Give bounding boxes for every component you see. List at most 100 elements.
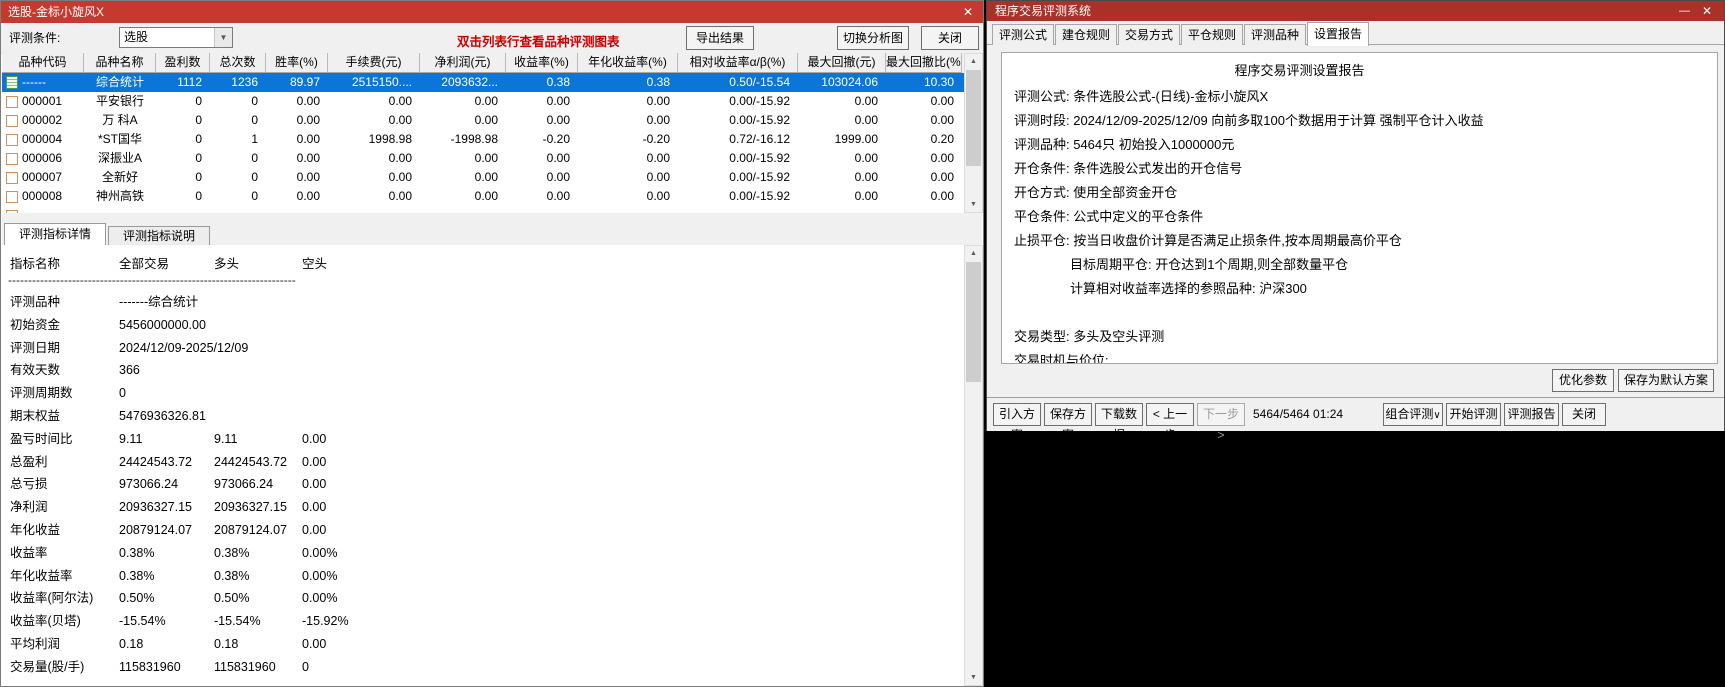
bottom-button-开始评测[interactable]: 开始评测: [1446, 403, 1501, 426]
table-row[interactable]: 000002 万 科A 0 0 0.00 0.00 0.00 0.00 0.00 0.00/-15…: [2, 111, 964, 130]
stats-scrollbar[interactable]: ▲ ▼: [964, 245, 983, 686]
switch-analysis-chart-button[interactable]: 切换分析图: [837, 26, 909, 50]
tab-建仓规则[interactable]: 建仓规则: [1055, 24, 1117, 45]
scroll-down-icon[interactable]: ▼: [965, 197, 982, 212]
stats-value: 20879124.07: [119, 522, 192, 537]
cell-win: 0: [195, 94, 202, 108]
right-title-bar[interactable]: 程序交易评测系统 — ✕: [987, 1, 1724, 21]
report-line: 交易时机与价位:: [1014, 353, 1109, 364]
column-header-code[interactable]: 品种代码: [2, 53, 84, 73]
checkbox-icon[interactable]: [6, 152, 18, 165]
tab-indicator-detail[interactable]: 评测指标详情: [4, 223, 106, 245]
column-header-ddpct[interactable]: 最大回撤比(%): [886, 53, 962, 73]
bottom-button-关闭[interactable]: 关闭: [1562, 403, 1606, 426]
bottom-button-组合评测[interactable]: 组合评测∨: [1383, 403, 1443, 426]
cell-fee: 0.00: [388, 113, 412, 127]
checkbox-icon[interactable]: [6, 114, 18, 127]
panel-splitter[interactable]: [2, 213, 982, 223]
checkbox-icon[interactable]: [6, 95, 18, 108]
bottom-button-引入方案[interactable]: 引入方案: [993, 403, 1041, 442]
cell-ddpct: 0.00: [930, 189, 954, 203]
cell-drawdown: 0.00: [854, 113, 878, 127]
table-row[interactable]: [2, 206, 964, 213]
scroll-up-icon[interactable]: ▲: [965, 246, 982, 261]
double-click-hint: 双击列表行查看品种评测图表: [457, 35, 620, 49]
cell-total: 1236: [231, 75, 258, 89]
save-default-plan-button[interactable]: 保存为默认方案: [1618, 369, 1714, 392]
minimize-icon[interactable]: —: [1679, 1, 1690, 21]
column-header-alpha[interactable]: 相对收益率α/β(%): [678, 53, 798, 73]
close-button[interactable]: 关闭: [921, 26, 979, 50]
chevron-down-icon[interactable]: ▼: [214, 28, 232, 47]
cell-name: 平安银行: [95, 94, 144, 108]
column-header-total[interactable]: 总次数: [210, 53, 266, 73]
tab-评测公式[interactable]: 评测公式: [992, 24, 1054, 45]
cell-ret: 0.00: [546, 170, 570, 184]
table-scrollbar[interactable]: ▲ ▼: [964, 53, 983, 213]
column-header-win[interactable]: 盈利数: [156, 53, 210, 73]
stock-selection-window: 选股-金标小旋风X ✕ 评测条件: 选股 ▼ 双击列表行查看品种评测图表 导出结…: [0, 0, 984, 687]
column-header-fee[interactable]: 手续费(元): [328, 53, 420, 73]
stats-value: 115831960: [214, 659, 276, 674]
bottom-button-< 上一步[interactable]: < 上一步: [1146, 403, 1194, 442]
stats-value: 0.18: [119, 636, 144, 651]
column-header-name[interactable]: 品种名称: [84, 53, 156, 73]
checkbox-icon[interactable]: [6, 133, 18, 146]
close-icon[interactable]: ✕: [963, 1, 973, 23]
column-header-ret[interactable]: 收益率(%): [506, 53, 578, 73]
cell-ddpct: 0.00: [930, 94, 954, 108]
cell-win: 0: [195, 189, 202, 203]
scrollbar-thumb[interactable]: [966, 70, 981, 166]
export-results-button[interactable]: 导出结果: [686, 26, 754, 50]
column-header-profit[interactable]: 净利润(元): [420, 53, 506, 73]
report-line: 交易类型: 多头及空头评测: [1014, 329, 1165, 344]
scroll-up-icon[interactable]: ▲: [965, 54, 982, 69]
checkbox-icon[interactable]: [6, 171, 18, 184]
tab-评测品种[interactable]: 评测品种: [1244, 24, 1306, 45]
column-header-drawdown[interactable]: 最大回撤(元): [798, 53, 886, 73]
stats-value: 973066.24: [119, 477, 179, 492]
stats-col-header: 指标名称: [10, 257, 61, 271]
stats-row: 年化收益 20879124.07 20879124.07 0.00: [2, 519, 964, 542]
table-row[interactable]: ------ 综合统计 1112 1236 89.97 2515150.... 209363…: [2, 73, 964, 92]
tab-设置报告[interactable]: 设置报告: [1307, 22, 1369, 46]
screen: 选股-金标小旋风X ✕ 评测条件: 选股 ▼ 双击列表行查看品种评测图表 导出结…: [0, 0, 1725, 687]
tab-平仓规则[interactable]: 平仓规则: [1181, 24, 1243, 45]
table-row[interactable]: 000006 深振业A 0 0 0.00 0.00 0.00 0.00 0.00 0.00/-15…: [2, 149, 964, 168]
left-title-bar[interactable]: 选股-金标小旋风X ✕: [1, 1, 983, 23]
scroll-down-icon[interactable]: ▼: [965, 670, 982, 685]
stats-row: 收益率(贝塔) -15.54% -15.54% -15.92%: [2, 610, 964, 633]
stats-row: 平均利润 0.18 0.18 0.00: [2, 633, 964, 656]
bottom-button-下载数据[interactable]: 下载数据: [1095, 403, 1143, 442]
indicator-tab-strip: 评测指标详情 评测指标说明: [2, 223, 982, 245]
table-row[interactable]: 000004 *ST国华 0 1 0.00 1998.98 -1998.98 -0.20 -0.…: [2, 130, 964, 149]
condition-dropdown[interactable]: 选股 ▼: [119, 27, 233, 48]
table-row[interactable]: 000008 神州高铁 0 0 0.00 0.00 0.00 0.00 0.00 0.00/-15…: [2, 187, 964, 206]
close-icon[interactable]: ✕: [1702, 1, 1712, 21]
condition-label: 评测条件:: [9, 31, 61, 45]
tab-交易方式[interactable]: 交易方式: [1118, 24, 1180, 45]
optimize-params-button[interactable]: 优化参数: [1552, 369, 1614, 392]
cell-code-text: 000006: [22, 151, 63, 165]
stats-row: 盈亏时间比 9.11 9.11 0.00: [2, 428, 964, 451]
table-row[interactable]: 000001 平安银行 0 0 0.00 0.00 0.00 0.00 0.00 0.00/-15…: [2, 92, 964, 111]
column-header-annual[interactable]: 年化收益率(%): [578, 53, 678, 73]
cell-ret: 0.00: [546, 151, 570, 165]
checkbox-icon[interactable]: [6, 190, 18, 203]
column-header-rate[interactable]: 胜率(%): [266, 53, 328, 73]
cell-fee: 0.00: [388, 189, 412, 203]
bottom-button-保存方案[interactable]: 保存方案: [1044, 403, 1092, 442]
tab-indicator-description[interactable]: 评测指标说明: [108, 226, 210, 245]
stats-label: 收益率(贝塔): [10, 614, 81, 629]
cell-win: 1112: [177, 75, 202, 89]
scrollbar-thumb[interactable]: [966, 262, 981, 382]
stats-value: 0.00: [302, 454, 327, 469]
bottom-button-评测报告[interactable]: 评测报告: [1504, 403, 1559, 426]
stats-col-header: 全部交易: [119, 257, 170, 271]
cell-code: 000001: [2, 92, 84, 111]
cell-fee: 2515150....: [351, 75, 412, 89]
cell-fee: 0.00: [388, 151, 412, 165]
cell-fee: 0.00: [388, 94, 412, 108]
table-row[interactable]: 000007 全新好 0 0 0.00 0.00 0.00 0.00 0.00 0.00/-15.…: [2, 168, 964, 187]
cell-code: ------: [2, 73, 84, 92]
